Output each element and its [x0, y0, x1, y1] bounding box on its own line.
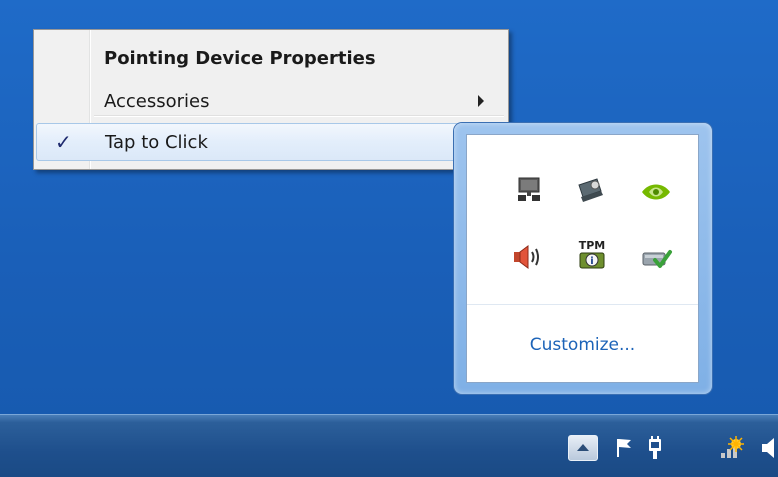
tpm-icon[interactable]: TPM i: [575, 238, 609, 269]
flyout-divider: [467, 304, 698, 305]
volume-icon[interactable]: [760, 433, 778, 463]
hidden-icons-grid: TPM i: [467, 135, 698, 304]
menu-item-label: Accessories: [104, 90, 210, 112]
menu-item-label: Tap to Click: [105, 131, 208, 153]
menu-item-accessories[interactable]: Accessories: [36, 83, 506, 119]
tpm-label: TPM: [579, 239, 606, 252]
power-plug-icon[interactable]: [643, 433, 669, 463]
action-center-flag-icon[interactable]: [612, 433, 638, 463]
tpm-info-label: i: [590, 256, 593, 267]
network-signal-icon[interactable]: [717, 433, 744, 463]
speaker-volume-icon[interactable]: [510, 242, 544, 272]
menu-item-label: Pointing Device Properties: [104, 47, 376, 69]
menu-item-tap-to-click[interactable]: ✓ Tap to Click: [36, 123, 506, 161]
show-hidden-icons-button[interactable]: [568, 435, 598, 461]
flyout-panel: TPM i Customize...: [466, 134, 699, 383]
computer-warning-icon[interactable]: [573, 175, 607, 205]
submenu-arrow-icon: [478, 95, 484, 107]
checkmark-icon: ✓: [55, 130, 72, 154]
menu-separator: [94, 115, 504, 117]
notification-overflow-flyout: TPM i Customize...: [454, 123, 712, 394]
taskbar: [0, 414, 778, 477]
menu-item-pointing-device-properties[interactable]: Pointing Device Properties: [36, 40, 506, 76]
tray-context-menu: Pointing Device Properties Accessories ✓…: [33, 29, 509, 170]
customize-link[interactable]: Customize...: [467, 335, 698, 355]
nvidia-icon[interactable]: [639, 179, 673, 209]
drive-check-icon[interactable]: [639, 243, 673, 273]
network-adapter-icon[interactable]: [512, 175, 546, 205]
